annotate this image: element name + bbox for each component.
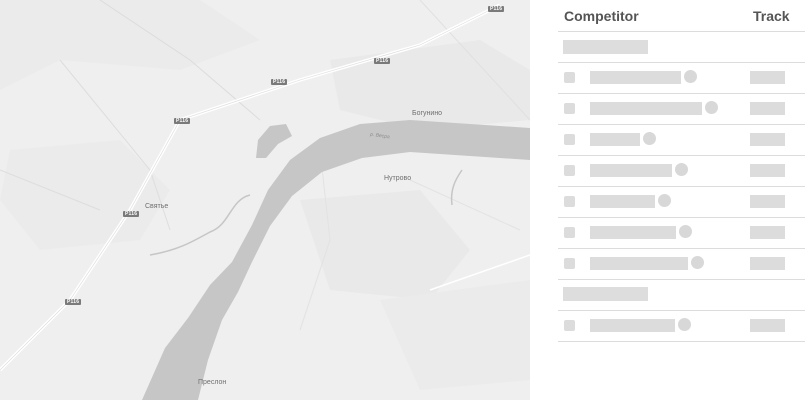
competitor-color-dot [675,163,688,176]
competitor-panel: Competitor Track [530,0,807,400]
competitor-name-placeholder [590,257,688,270]
competitor-column-header: Competitor [564,8,639,24]
competitor-checkbox[interactable] [564,227,575,238]
competitor-color-dot [658,194,671,207]
competitor-name-placeholder [590,71,681,84]
track-placeholder [750,195,785,208]
lake [256,124,292,158]
road-label-p116: P116 [488,6,505,12]
panel-header: Competitor Track [530,0,807,31]
competitor-name-placeholder [590,319,675,332]
row-divider [558,279,805,280]
track-placeholder [750,257,785,270]
competitor-row[interactable] [558,248,807,279]
competitor-checkbox[interactable] [564,165,575,176]
place-label-nutrovo: Нутрово [384,175,412,182]
competitor-row[interactable] [558,93,807,124]
competitor-color-dot [678,318,691,331]
land-patch [0,0,260,90]
land-patch [300,190,470,300]
track-placeholder [750,133,785,146]
place-label-svyatye: Святье [145,203,169,210]
competitor-row[interactable] [558,155,807,186]
competitor-color-dot [705,101,718,114]
road-label-p116: P116 [123,211,140,217]
road-label-p116: P116 [174,118,191,124]
track-placeholder [750,71,785,84]
competitor-color-dot [679,225,692,238]
competitor-row[interactable] [558,217,807,248]
competitor-row[interactable] [558,124,807,155]
competitor-checkbox[interactable] [564,320,575,331]
competitor-name-placeholder [590,102,702,115]
road-label-p116: P116 [271,79,288,85]
competitor-checkbox[interactable] [564,196,575,207]
competitor-row[interactable] [558,186,807,217]
track-placeholder [750,102,785,115]
group-title-placeholder [563,40,648,54]
competitor-color-dot [684,70,697,83]
competitor-row[interactable] [558,62,807,93]
competitor-color-dot [691,256,704,269]
map-canvas [0,0,530,400]
track-placeholder [750,226,785,239]
competitor-name-placeholder [590,133,640,146]
competitor-checkbox[interactable] [564,134,575,145]
track-column-header: Track [753,8,790,24]
competitor-name-placeholder [590,195,655,208]
row-divider [558,341,805,342]
competitor-name-placeholder [590,164,672,177]
competitor-checkbox[interactable] [564,258,575,269]
place-label-preslon: Преслон [198,379,227,386]
competitor-name-placeholder [590,226,676,239]
track-placeholder [750,319,785,332]
road-label-p116: P116 [374,58,391,64]
competitor-row[interactable] [558,310,807,341]
land-patch [0,140,170,250]
road-label-p116: P116 [65,299,82,305]
group-title-placeholder [563,287,648,301]
competitor-checkbox[interactable] [564,103,575,114]
track-placeholder [750,164,785,177]
competitor-color-dot [643,132,656,145]
map-view[interactable]: P116 P116 P116 P116 P116 P116 Богунино Н… [0,0,530,400]
header-divider [558,31,805,32]
place-label-bogunino: Богунино [412,110,443,117]
competitor-checkbox[interactable] [564,72,575,83]
